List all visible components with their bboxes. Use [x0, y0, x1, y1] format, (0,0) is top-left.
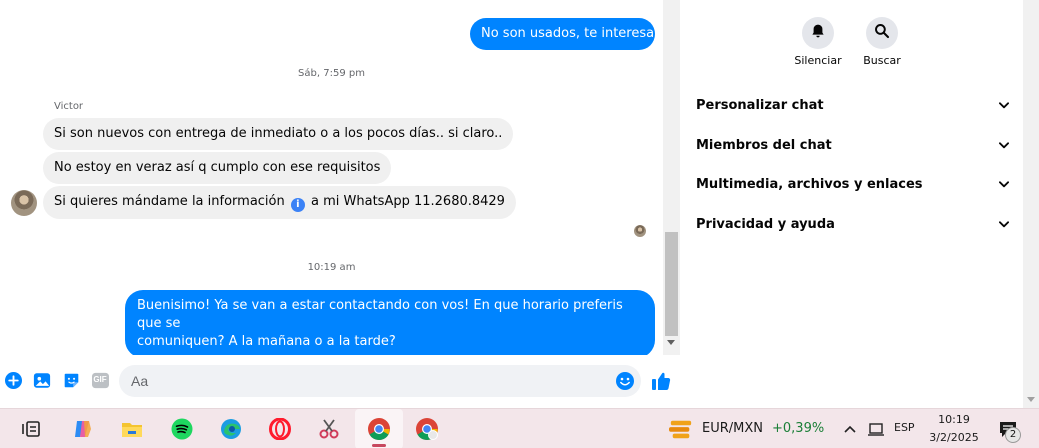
incoming-message[interactable]: Si son nuevos con entrega de inmediato o… — [43, 118, 514, 150]
gif-icon[interactable]: GIF — [90, 371, 110, 389]
copilot-icon[interactable] — [71, 417, 95, 441]
plus-icon[interactable] — [4, 371, 22, 389]
chevron-down-icon — [999, 219, 1009, 229]
notification-badge: 2 — [1005, 427, 1021, 443]
section-label: Privacidad y ayuda — [696, 216, 835, 232]
timestamp: 10:19 am — [307, 262, 356, 273]
ticker-pair[interactable]: EUR/MXN — [702, 421, 763, 436]
clock[interactable]: 10:19 3/2/2025 — [928, 412, 980, 445]
language-indicator[interactable]: ESP — [894, 421, 915, 434]
ticker-change[interactable]: +0,39% — [772, 421, 824, 436]
message-text-start: Si quieres mándame la información — [54, 194, 285, 209]
section-chat-members[interactable]: Miembros del chat — [696, 133, 1009, 157]
task-view-icon[interactable] — [20, 417, 44, 441]
chevron-down-icon — [999, 100, 1009, 110]
search-button[interactable] — [866, 17, 898, 49]
info-icon: i — [290, 198, 305, 212]
incoming-message[interactable]: No estoy en veraz así q cumplo con ese r… — [43, 152, 392, 184]
windows-taskbar: EUR/MXN +0,39% ESP 10:19 3/2/2025 2 — [0, 408, 1039, 448]
section-customize-chat[interactable]: Personalizar chat — [696, 93, 1009, 117]
outgoing-message[interactable]: Buenisimo! Ya se van a estar contactando… — [125, 290, 655, 355]
opera-icon[interactable] — [268, 417, 292, 441]
mute-button[interactable] — [802, 17, 834, 49]
scrollbar-thumb[interactable] — [665, 232, 678, 336]
message-input[interactable] — [119, 365, 641, 397]
clock-time: 10:19 — [938, 413, 970, 426]
message-text: No son usados, te interesa? — [481, 26, 662, 41]
bell-icon — [810, 23, 826, 43]
mute-label: Silenciar — [794, 54, 842, 67]
chrome-alt-icon[interactable] — [415, 417, 439, 441]
sender-name: Victor — [54, 101, 84, 112]
sticker-icon[interactable] — [62, 371, 80, 389]
message-composer: GIF — [0, 362, 680, 402]
file-explorer-icon[interactable] — [120, 417, 144, 441]
currency-widget-icon[interactable] — [669, 417, 693, 441]
spotify-icon[interactable] — [170, 417, 194, 441]
message-text: Si son nuevos con entrega de inmediato o… — [54, 126, 503, 141]
gif-label: GIF — [93, 375, 107, 384]
clock-date: 3/2/2025 — [929, 431, 979, 444]
message-text-end: a mi WhatsApp 11.2680.8429 — [311, 194, 505, 209]
section-label: Miembros del chat — [696, 137, 832, 153]
emoji-icon[interactable] — [615, 371, 635, 391]
chrome-icon[interactable] — [367, 417, 391, 441]
image-icon[interactable] — [33, 371, 51, 389]
section-privacy-help[interactable]: Privacidad y ayuda — [696, 212, 1009, 236]
outgoing-message[interactable]: No son usados, te interesa? — [470, 18, 661, 50]
chat-messages[interactable]: · No son usados, te interesa? Sáb, 7:59 … — [0, 0, 663, 355]
chevron-up-icon[interactable] — [842, 417, 858, 441]
message-text-line: comuniquen? A la mañana o a la tarde? — [137, 334, 396, 349]
network-icon[interactable] — [864, 417, 888, 441]
older-timestamp: · — [0, 0, 663, 1]
scroll-down-arrow[interactable] — [1027, 397, 1035, 402]
chat-info-panel: Silenciar Buscar Personalizar chat Miemb… — [680, 0, 1023, 408]
message-input-box[interactable] — [119, 365, 641, 397]
search-icon — [874, 23, 890, 43]
section-label: Personalizar chat — [696, 97, 824, 113]
like-icon[interactable] — [650, 370, 672, 392]
edge-icon[interactable] — [219, 417, 243, 441]
timestamp: Sáb, 7:59 pm — [298, 68, 365, 79]
snipping-tool-icon[interactable] — [317, 417, 341, 441]
message-text-line: Buenisimo! Ya se van a estar contactando… — [137, 298, 623, 331]
section-media-files-links[interactable]: Multimedia, archivos y enlaces — [696, 172, 1009, 196]
seen-avatar — [634, 225, 646, 237]
contact-avatar[interactable] — [11, 190, 37, 216]
scroll-down-arrow[interactable] — [667, 340, 675, 345]
chevron-down-icon — [999, 179, 1009, 189]
incoming-message[interactable]: Si quieres mándame la información i a mi… — [43, 186, 516, 219]
page-scrollbar[interactable] — [1023, 0, 1039, 408]
search-label: Buscar — [863, 54, 901, 67]
chevron-down-icon — [999, 140, 1009, 150]
section-label: Multimedia, archivos y enlaces — [696, 176, 923, 192]
message-text: No estoy en veraz así q cumplo con ese r… — [54, 160, 381, 175]
chat-scrollbar[interactable] — [663, 0, 680, 355]
